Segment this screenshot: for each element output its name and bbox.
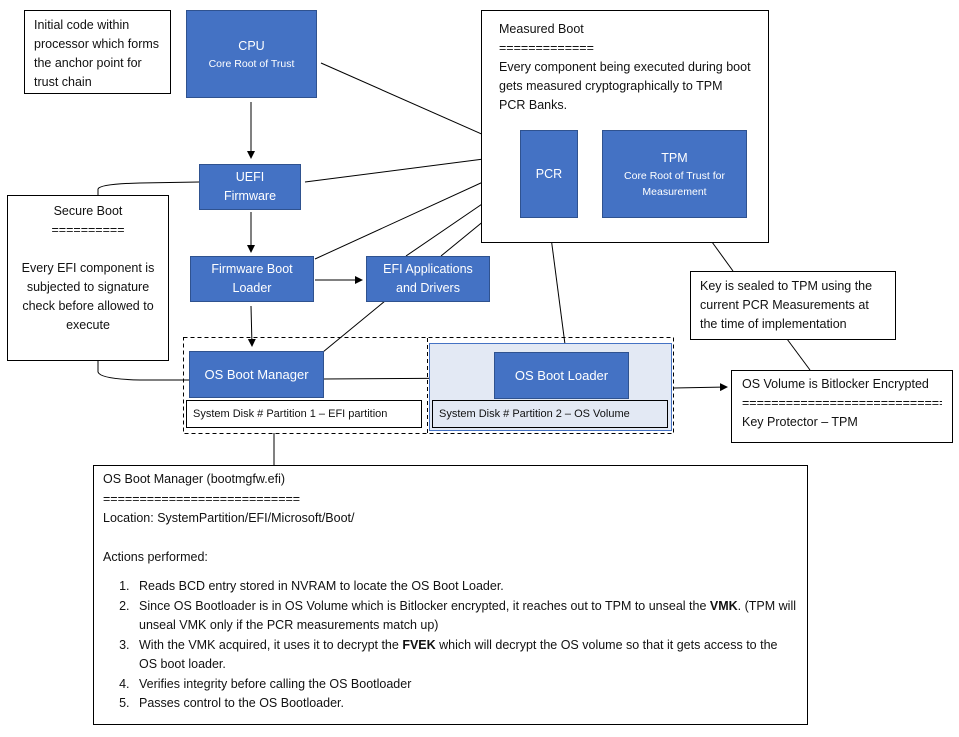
key-sealed-note: Key is sealed to TPM using the current P… bbox=[690, 271, 896, 340]
action-text: Since OS Bootloader is in OS Volume whic… bbox=[139, 598, 710, 613]
action-text: With the VMK acquired, it uses it to dec… bbox=[139, 637, 403, 652]
action-item: With the VMK acquired, it uses it to dec… bbox=[133, 636, 798, 675]
arrow-fbl-pcr bbox=[314, 170, 508, 260]
action-bold: FVEK bbox=[402, 637, 436, 652]
bootmgr-details-title: OS Boot Manager (bootmgfw.efi) bbox=[103, 472, 286, 486]
partition1-label: System Disk # Partition 1 – EFI partitio… bbox=[186, 400, 422, 428]
efi-apps-box: EFI Applications and Drivers bbox=[366, 256, 490, 302]
measured-boot-body: Every component being executed during bo… bbox=[499, 60, 751, 112]
action-item: Since OS Bootloader is in OS Volume whic… bbox=[133, 597, 798, 636]
line-bootmgr-efi bbox=[322, 300, 386, 353]
os-volume-rule: ============================ bbox=[742, 396, 942, 410]
secure-boot-body: Every EFI component is subjected to sign… bbox=[21, 261, 155, 332]
efi-line2: and Drivers bbox=[396, 281, 460, 295]
os-boot-loader-label: OS Boot Loader bbox=[514, 368, 609, 383]
secure-boot-title: Secure Boot bbox=[53, 204, 123, 218]
os-boot-loader-box: OS Boot Loader bbox=[494, 352, 629, 399]
os-volume-body: Key Protector – TPM bbox=[742, 415, 858, 429]
actions-list: Reads BCD entry stored in NVRAM to locat… bbox=[103, 577, 798, 714]
pcr-box: PCR bbox=[520, 130, 578, 218]
action-text: Reads BCD entry stored in NVRAM to locat… bbox=[139, 579, 504, 593]
efi-line1: EFI Applications bbox=[383, 262, 473, 276]
measured-boot-title: Measured Boot bbox=[499, 22, 584, 36]
arrow-group-osvolume bbox=[673, 383, 728, 392]
arrow-uefi-pcr bbox=[304, 152, 508, 183]
bootmgr-details-rule: =========================== bbox=[103, 491, 301, 506]
uefi-line1: UEFI bbox=[235, 170, 265, 184]
actions-heading: Actions performed: bbox=[103, 549, 208, 564]
action-item: Passes control to the OS Bootloader. bbox=[133, 694, 798, 714]
measured-boot-rule: ============= bbox=[499, 41, 594, 55]
secure-boot-note: Secure Boot ========== Every EFI compone… bbox=[7, 195, 169, 361]
partition2-label: System Disk # Partition 2 – OS Volume bbox=[432, 400, 668, 428]
action-bold: VMK bbox=[709, 598, 738, 613]
cpu-subtitle: Core Root of Trust bbox=[208, 57, 295, 70]
action-item: Reads BCD entry stored in NVRAM to locat… bbox=[133, 577, 798, 597]
pcr-label: PCR bbox=[535, 166, 563, 181]
uefi-box: UEFI Firmware bbox=[199, 164, 301, 210]
tpm-title: TPM bbox=[661, 150, 688, 165]
uefi-line2: Firmware bbox=[223, 189, 277, 203]
diagram: Initial code within processor which form… bbox=[0, 0, 959, 737]
action-item: Verifies integrity before calling the OS… bbox=[133, 675, 798, 695]
action-text: Passes control to the OS Bootloader. bbox=[139, 696, 344, 710]
os-boot-manager-box: OS Boot Manager bbox=[189, 351, 324, 398]
os-volume-note: OS Volume is Bitlocker Encrypted =======… bbox=[731, 370, 953, 443]
tpm-box: TPM Core Root of Trust for Measurement bbox=[602, 130, 747, 218]
fbl-line2: Loader bbox=[232, 281, 272, 295]
anchor-note: Initial code within processor which form… bbox=[24, 10, 171, 94]
os-boot-manager-label: OS Boot Manager bbox=[204, 367, 309, 382]
fbl-line1: Firmware Boot bbox=[211, 262, 293, 276]
bootmgr-details-location: Location: SystemPartition/EFI/Microsoft/… bbox=[103, 511, 355, 525]
cpu-title: CPU bbox=[238, 38, 265, 53]
connector-secureboot-uefi bbox=[97, 181, 200, 195]
secure-boot-rule: ========== bbox=[51, 223, 125, 237]
firmware-boot-loader-box: Firmware Boot Loader bbox=[190, 256, 314, 302]
bootmgr-details-note: OS Boot Manager (bootmgfw.efi) =========… bbox=[93, 465, 808, 725]
action-text: Verifies integrity before calling the OS… bbox=[139, 676, 412, 691]
os-volume-title: OS Volume is Bitlocker Encrypted bbox=[742, 377, 929, 391]
arrow-fbl-bootmgr bbox=[247, 305, 256, 347]
cpu-box: CPU Core Root of Trust bbox=[186, 10, 317, 98]
connector-secureboot-bootmgr bbox=[97, 360, 189, 381]
tpm-subtitle: Core Root of Trust for Measurement bbox=[624, 169, 725, 198]
